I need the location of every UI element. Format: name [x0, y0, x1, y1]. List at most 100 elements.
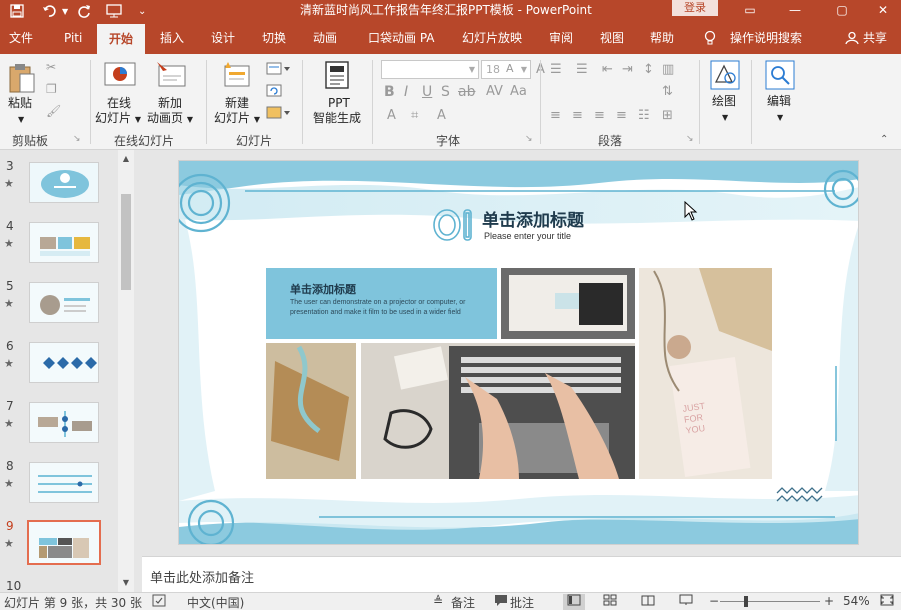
comments-label[interactable]: 批注: [510, 594, 534, 610]
close-icon[interactable]: ✕: [868, 0, 898, 22]
thumbnail-scrollbar[interactable]: ▲ ▼: [118, 150, 134, 592]
tab-home[interactable]: 开始: [97, 24, 146, 54]
save-icon[interactable]: [10, 0, 24, 22]
present-from-start-icon[interactable]: [106, 0, 124, 22]
scroll-up-icon[interactable]: ▲: [118, 152, 134, 166]
slide-subtitle[interactable]: Please enter your title: [484, 231, 571, 241]
customize-quick-access-icon[interactable]: ⌄: [138, 0, 146, 22]
slide-thumbnail-6[interactable]: [29, 342, 99, 383]
slide-thumbnail-9[interactable]: [27, 520, 101, 565]
ppt-smart-generate-icon[interactable]: [322, 60, 352, 95]
increase-indent-icon[interactable]: ⇥: [622, 62, 633, 77]
clipboard-launcher-icon[interactable]: ↘: [73, 134, 81, 144]
collapse-ribbon-icon[interactable]: ⌃: [880, 134, 888, 145]
textbox-body[interactable]: The user can demonstrate on a projector …: [290, 298, 470, 318]
font-name-dropdown[interactable]: ▼: [381, 60, 479, 79]
online-slides-icon[interactable]: [104, 62, 136, 93]
slide-canvas[interactable]: 单击添加标题 Please enter your title 单击添加标题 Th…: [178, 160, 859, 545]
ribbon-display-options-icon[interactable]: ▭: [735, 0, 765, 22]
redo-icon[interactable]: [77, 0, 91, 22]
tab-animations[interactable]: 动画: [313, 22, 337, 54]
font-launcher-icon[interactable]: ↘: [525, 134, 533, 144]
slide-thumbnail-4[interactable]: [29, 222, 99, 263]
change-case-icon[interactable]: Aa: [510, 84, 527, 99]
decrease-indent-icon[interactable]: ⇤: [602, 62, 613, 77]
distribute-icon[interactable]: ☷: [638, 108, 650, 123]
textbox-title[interactable]: 单击添加标题: [290, 281, 356, 297]
undo-icon[interactable]: [42, 0, 58, 22]
zoom-out-icon[interactable]: −: [709, 594, 719, 608]
text-direction-icon[interactable]: ⇅: [662, 84, 673, 99]
bullets-icon[interactable]: ☰: [550, 62, 562, 77]
align-center-icon[interactable]: ≡: [572, 108, 583, 123]
cut-icon[interactable]: ✂: [46, 60, 56, 74]
zoom-level[interactable]: 54%: [843, 594, 870, 608]
paragraph-launcher-icon[interactable]: ↘: [686, 134, 694, 144]
spellcheck-icon[interactable]: [152, 594, 168, 610]
editing-dropdown-icon[interactable]: ▼: [777, 110, 783, 125]
share-button[interactable]: 共享: [863, 22, 887, 54]
scroll-down-icon[interactable]: ▼: [118, 576, 134, 590]
slideshow-view-icon[interactable]: [679, 594, 693, 609]
notes-placeholder[interactable]: 单击此处添加备注: [150, 567, 254, 586]
format-painter-icon[interactable]: 🖌: [46, 104, 61, 118]
bold-icon[interactable]: B: [384, 84, 395, 100]
drawing-icon[interactable]: [710, 60, 740, 93]
maximize-icon[interactable]: ▢: [827, 0, 857, 22]
slide-thumbnail-8[interactable]: [29, 462, 99, 503]
tell-me-search[interactable]: 操作说明搜索: [730, 22, 802, 54]
login-button[interactable]: 登录: [672, 0, 718, 16]
smartart-icon[interactable]: ⊞: [662, 108, 673, 123]
comments-icon[interactable]: [494, 594, 508, 610]
underline-icon[interactable]: U: [422, 84, 432, 100]
minimize-icon[interactable]: —: [780, 0, 810, 22]
columns-icon[interactable]: ▥: [662, 62, 674, 77]
new-slide-icon[interactable]: [222, 60, 252, 93]
tab-transitions[interactable]: 切换: [262, 22, 286, 54]
scroll-thumb[interactable]: [121, 194, 131, 290]
notes-toggle-icon[interactable]: ≜: [433, 594, 443, 608]
line-spacing-icon[interactable]: ↕: [643, 62, 654, 77]
decrease-font-icon[interactable]: A: [506, 62, 514, 75]
language-indicator[interactable]: 中文(中国): [187, 594, 244, 610]
undo-dropdown-icon[interactable]: ▼: [62, 0, 68, 22]
shadow-icon[interactable]: S: [441, 84, 450, 100]
justify-icon[interactable]: ≡: [616, 108, 627, 123]
paste-icon[interactable]: [8, 62, 36, 97]
tab-file[interactable]: 文件: [9, 22, 33, 54]
notes-toggle-label[interactable]: 备注: [451, 594, 475, 610]
slide-thumbnail-7[interactable]: [29, 402, 99, 443]
section-icon[interactable]: [266, 106, 292, 123]
notes-pane[interactable]: 单击此处添加备注: [142, 556, 901, 592]
numbering-icon[interactable]: ☰: [576, 62, 588, 77]
tab-piti[interactable]: Piti: [64, 22, 82, 54]
tab-design[interactable]: 设计: [211, 22, 235, 54]
tab-review[interactable]: 审阅: [549, 22, 573, 54]
ppt-label-2[interactable]: 智能生成: [313, 111, 361, 126]
new-animation-page-icon[interactable]: [155, 60, 187, 93]
paste-dropdown-icon[interactable]: ▼: [18, 112, 24, 127]
tab-view[interactable]: 视图: [600, 22, 624, 54]
reading-view-icon[interactable]: [641, 594, 655, 609]
slide-thumbnail-3[interactable]: [29, 162, 99, 203]
zoom-slider-track[interactable]: [720, 601, 820, 602]
align-right-icon[interactable]: ≡: [594, 108, 605, 123]
zoom-in-icon[interactable]: +: [824, 594, 834, 608]
char-spacing-icon[interactable]: AV: [486, 84, 503, 99]
align-left-icon[interactable]: ≡: [550, 108, 561, 123]
slide-sorter-icon[interactable]: [603, 594, 617, 609]
italic-icon[interactable]: I: [404, 84, 408, 100]
slide-thumbnail-5[interactable]: [29, 282, 99, 323]
slide-title[interactable]: 单击添加标题: [482, 206, 584, 231]
tab-pocket-animation[interactable]: 口袋动画 PA: [368, 22, 435, 54]
person-icon[interactable]: [845, 22, 859, 54]
strikethrough-icon[interactable]: ab: [458, 84, 475, 100]
highlight-icon[interactable]: ⌗: [411, 108, 418, 123]
layout-icon[interactable]: [266, 62, 292, 79]
tab-slideshow[interactable]: 幻灯片放映: [462, 22, 522, 54]
normal-view-icon[interactable]: [563, 594, 585, 610]
zoom-slider-handle[interactable]: [744, 596, 748, 607]
fit-slide-icon[interactable]: [880, 594, 894, 609]
find-icon[interactable]: [765, 60, 795, 93]
drawing-dropdown-icon[interactable]: ▼: [722, 110, 728, 125]
